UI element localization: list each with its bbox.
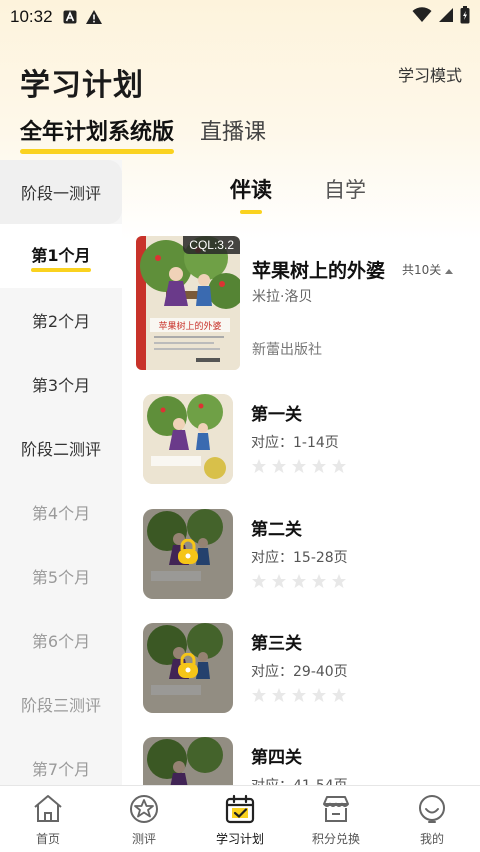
level-count-toggle[interactable]: 共10关: [402, 261, 454, 278]
sidebar-item-stage2-test[interactable]: 阶段二测评: [0, 416, 122, 480]
sidebar-item-month-2[interactable]: 第2个月: [0, 288, 122, 352]
star-icon: [312, 688, 326, 702]
sidebar-item-label: 第6个月: [31, 632, 91, 651]
nav-study-plan[interactable]: 学习计划: [192, 786, 288, 852]
level-name: 第四关: [251, 748, 302, 768]
sidebar-item-label: 第7个月: [31, 760, 91, 779]
nav-label: 学习计划: [215, 832, 264, 846]
tab-annual-plan[interactable]: 全年计划系统版: [20, 114, 175, 154]
level-page-range: 对应：1-14页: [251, 435, 339, 451]
sidebar-item-label: 第4个月: [31, 504, 91, 523]
sidebar-item-month-5[interactable]: 第5个月: [0, 544, 122, 608]
level-stars: [251, 458, 347, 474]
sidebar-item-label: 阶段二测评: [20, 440, 101, 459]
sidebar-item-month-6[interactable]: 第6个月: [0, 608, 122, 672]
tab-self-study[interactable]: 自学: [324, 174, 366, 214]
star-icon: [272, 688, 286, 702]
sidebar-item-label: 第3个月: [31, 376, 91, 395]
sidebar-item-label: 第1个月: [31, 242, 91, 272]
book-author: 米拉·洛贝: [252, 289, 313, 305]
sidebar-item-label: 第5个月: [31, 568, 91, 587]
book-card[interactable]: 苹果树上的外婆 CQL:3.2 苹果树上的外婆 共10关 米拉·洛贝 新蕾出版社: [136, 236, 476, 370]
study-mode-button[interactable]: 学习模式: [398, 62, 462, 86]
sidebar-item-label: 第2个月: [31, 312, 91, 331]
book-title: 苹果树上的外婆: [252, 260, 386, 282]
nav-label: 积分兑换: [311, 832, 360, 846]
nav-mine[interactable]: 我的: [384, 786, 480, 852]
star-icon: [332, 574, 346, 588]
level-name: 第一关: [251, 405, 302, 425]
level-page-range: 对应：15-28页: [251, 550, 348, 566]
lock-icon: [177, 538, 199, 569]
star-icon: [272, 459, 286, 473]
level-page-range: 对应：29-40页: [251, 664, 348, 680]
star-icon: [292, 459, 306, 473]
book-cover-image: 苹果树上的外婆 CQL:3.2: [136, 236, 240, 370]
nav-home[interactable]: 首页: [0, 786, 96, 852]
battery-icon: [460, 6, 470, 28]
warning-icon: [85, 9, 103, 25]
sub-tabs: 伴读 自学: [230, 174, 366, 214]
page-title: 学习计划: [20, 68, 144, 103]
home-icon: [34, 795, 62, 822]
wifi-icon: [412, 7, 432, 27]
book-publisher: 新蕾出版社: [252, 342, 322, 358]
level-count-label: 共10关: [402, 263, 442, 277]
level-name: 第二关: [251, 520, 302, 540]
top-tabs: 全年计划系统版 直播课: [20, 114, 266, 154]
book-cover-title: 苹果树上的外婆: [158, 320, 221, 332]
tab-live-class[interactable]: 直播课: [200, 114, 266, 154]
bottom-nav: 首页 测评 学习计划 积分兑换 我的: [0, 785, 480, 852]
level-item[interactable]: 第三关 对应：29-40页: [143, 623, 473, 713]
level-item[interactable]: 第二关 对应：15-28页: [143, 509, 473, 599]
star-icon: [292, 688, 306, 702]
star-icon: [332, 688, 346, 702]
status-time: 10:32: [10, 7, 53, 26]
star-icon: [292, 574, 306, 588]
sidebar-item-month-4[interactable]: 第4个月: [0, 480, 122, 544]
shop-icon: [323, 796, 349, 822]
caret-up-icon: [445, 263, 454, 277]
level-item[interactable]: 第一关 对应：1-14页: [143, 394, 473, 484]
star-icon: [252, 688, 266, 702]
notification-a-icon: [63, 10, 77, 24]
level-stars: [251, 573, 347, 589]
level-thumbnail: [143, 394, 233, 484]
lock-icon: [177, 652, 199, 683]
nav-points-exchange[interactable]: 积分兑换: [288, 786, 384, 852]
star-icon: [312, 459, 326, 473]
nav-label: 我的: [419, 832, 444, 846]
sidebar-item-label: 阶段三测评: [20, 696, 101, 715]
smile-face-icon: [419, 795, 445, 823]
status-bar: 10:32: [0, 0, 480, 34]
star-badge-icon: [130, 795, 158, 823]
star-icon: [252, 459, 266, 473]
star-icon: [252, 574, 266, 588]
level-name: 第三关: [251, 634, 302, 654]
sidebar-item-stage1-test[interactable]: 阶段一测评: [0, 160, 122, 224]
sidebar-item-month-3[interactable]: 第3个月: [0, 352, 122, 416]
signal-icon: [438, 7, 454, 27]
sidebar-item-label: 阶段一测评: [20, 184, 101, 203]
sidebar-item-stage3-test[interactable]: 阶段三测评: [0, 672, 122, 736]
star-icon: [272, 574, 286, 588]
sidebar-item-month-7[interactable]: 第7个月: [0, 736, 122, 785]
star-icon: [332, 459, 346, 473]
tab-accompany-reading[interactable]: 伴读: [230, 174, 272, 214]
level-stars: [251, 687, 347, 703]
nav-label: 测评: [131, 832, 156, 846]
nav-assessment[interactable]: 测评: [96, 786, 192, 852]
sidebar-item-month-1[interactable]: 第1个月: [0, 224, 122, 288]
nav-label: 首页: [35, 832, 60, 846]
calendar-check-icon: [225, 794, 255, 824]
cql-badge: CQL:3.2: [183, 236, 240, 254]
sidebar: 阶段一测评 第1个月 第2个月 第3个月 阶段二测评 第4个月 第5个月 第6个…: [0, 160, 122, 785]
star-icon: [312, 574, 326, 588]
